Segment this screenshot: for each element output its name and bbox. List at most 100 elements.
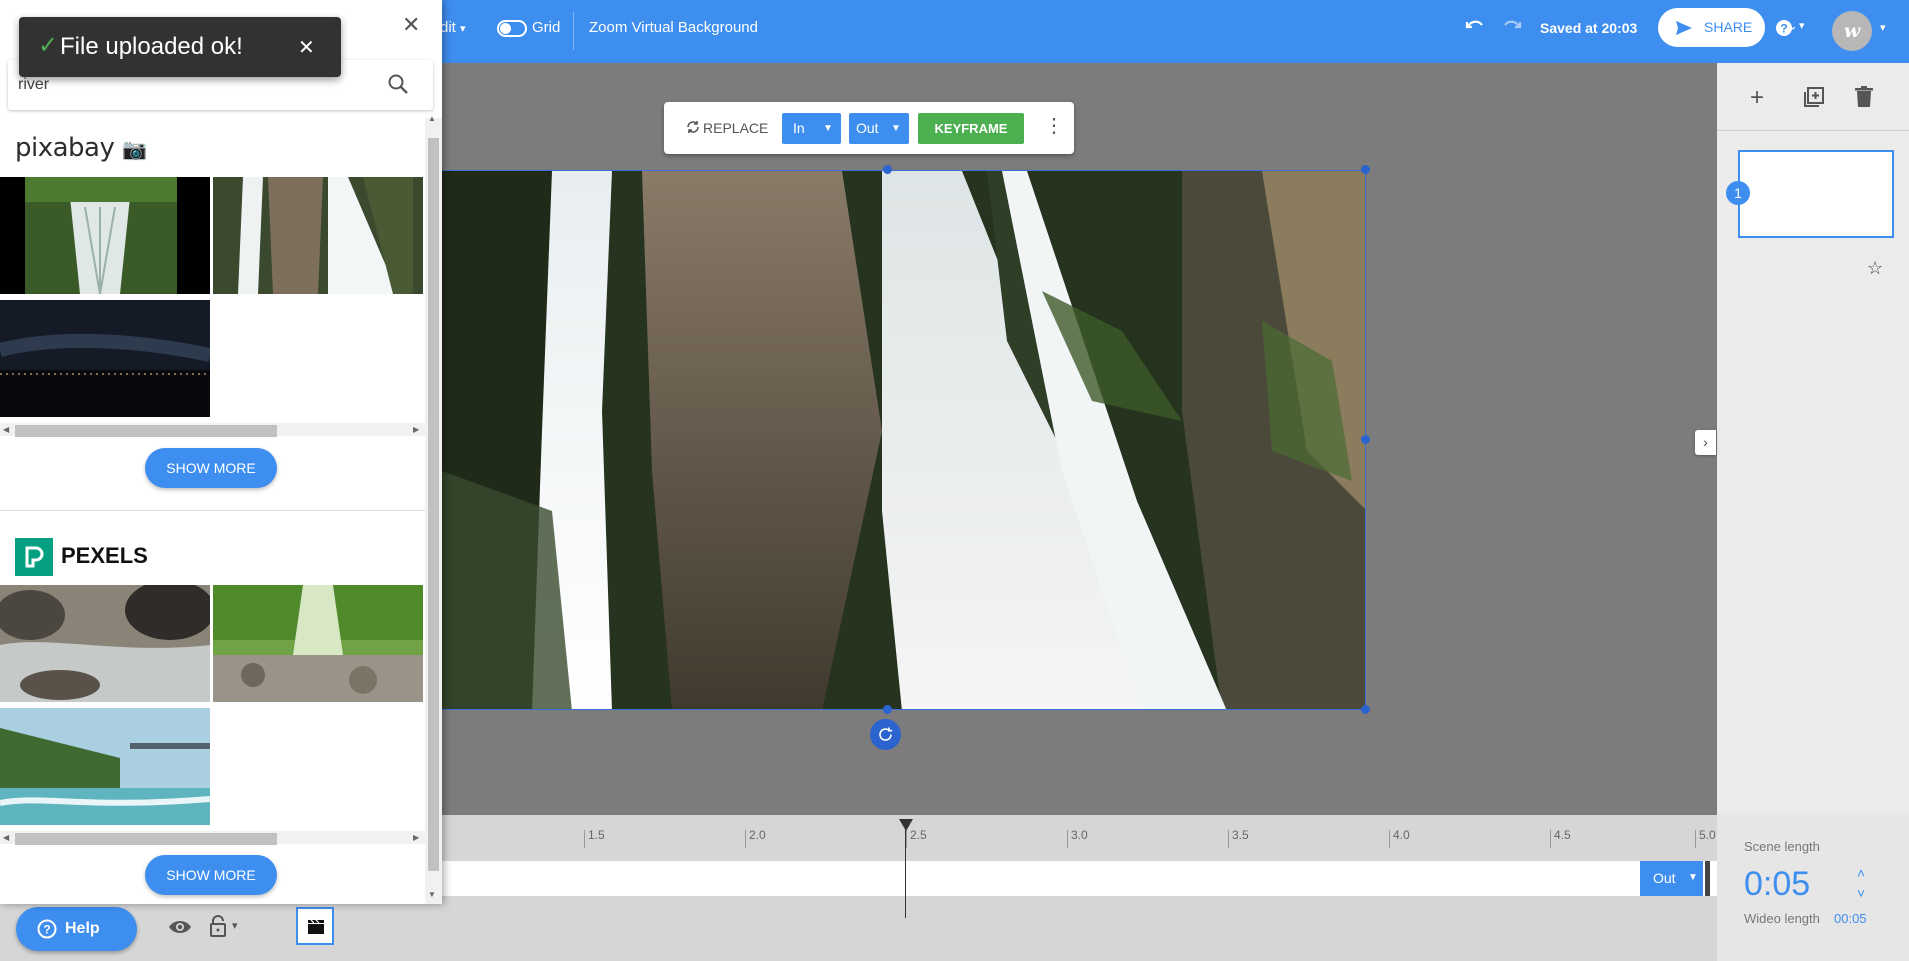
timeline-tick: 5.0 bbox=[1695, 829, 1716, 848]
upload-toast: ✓ File uploaded ok! ✕ bbox=[19, 17, 341, 77]
waterfall-image[interactable] bbox=[441, 170, 1366, 710]
grid-label: Grid bbox=[532, 19, 561, 36]
scene-number-badge: 1 bbox=[1726, 181, 1750, 205]
lock-icon[interactable] bbox=[209, 915, 227, 942]
scrollbar-thumb[interactable] bbox=[15, 833, 277, 845]
svg-text:?: ? bbox=[43, 923, 50, 937]
divider bbox=[0, 510, 425, 511]
timeline-tick: 1.5 bbox=[584, 829, 605, 848]
timeline-tick: 4.0 bbox=[1389, 829, 1410, 848]
timeline-tick: 4.5 bbox=[1550, 829, 1571, 848]
chevron-down-icon[interactable]: ▾ bbox=[232, 919, 238, 932]
media-thumbnail[interactable] bbox=[0, 177, 210, 294]
scroll-down-icon[interactable]: ▼ bbox=[428, 890, 436, 899]
keyframe-button[interactable]: KEYFRAME bbox=[918, 113, 1024, 144]
chevron-right-icon[interactable]: › bbox=[1695, 430, 1716, 455]
avatar[interactable]: w bbox=[1832, 11, 1872, 51]
replace-button[interactable]: REPLACE bbox=[703, 120, 768, 136]
timeline-tick: 3.0 bbox=[1067, 829, 1088, 848]
undo-icon[interactable] bbox=[1463, 15, 1487, 44]
scroll-up-icon[interactable]: ▲ bbox=[428, 114, 436, 123]
scrollbar-thumb[interactable] bbox=[15, 425, 277, 437]
scene-length-panel: Scene length 0:05 ˄ ˅ Wideo length 00:05 bbox=[1717, 815, 1909, 961]
timeline: 1.5 2.0 2.5 3.0 3.5 4.0 4.5 5.0 Out ▼ bbox=[442, 815, 1717, 961]
duplicate-scene-icon[interactable] bbox=[1803, 86, 1825, 113]
playhead-line[interactable] bbox=[905, 821, 906, 918]
rotate-handle[interactable] bbox=[870, 719, 901, 750]
resize-handle[interactable] bbox=[1361, 435, 1370, 444]
media-thumbnail[interactable] bbox=[0, 708, 210, 825]
replace-icon bbox=[685, 119, 701, 140]
chevron-down-icon[interactable]: ▾ bbox=[1880, 21, 1886, 34]
grid-toggle[interactable] bbox=[497, 20, 527, 37]
check-icon: ✓ bbox=[38, 32, 59, 59]
media-thumbnail[interactable] bbox=[0, 585, 210, 702]
help-button[interactable]: ? Help bbox=[16, 907, 137, 951]
svg-text:?: ? bbox=[1780, 22, 1787, 36]
close-toast-icon[interactable]: ✕ bbox=[298, 35, 315, 60]
scroll-right-icon[interactable]: ▶ bbox=[413, 831, 419, 844]
end-handle[interactable] bbox=[1705, 861, 1710, 896]
chevron-down-icon[interactable]: ˅ bbox=[1857, 885, 1865, 901]
horizontal-scrollbar[interactable]: ◀ ▶ bbox=[0, 831, 425, 845]
send-icon bbox=[1674, 18, 1694, 41]
star-icon[interactable]: ☆ bbox=[1867, 258, 1883, 279]
scroll-right-icon[interactable]: ▶ bbox=[413, 423, 419, 436]
search-input[interactable] bbox=[18, 74, 378, 96]
show-more-button[interactable]: SHOW MORE bbox=[145, 448, 277, 488]
scroll-left-icon[interactable]: ◀ bbox=[3, 831, 9, 844]
resize-handle[interactable] bbox=[1361, 705, 1370, 714]
pexels-logo: PEXELS bbox=[61, 543, 148, 568]
scene-thumbnail[interactable] bbox=[1738, 150, 1894, 238]
timeline-tick: 2.0 bbox=[745, 829, 766, 848]
horizontal-scrollbar[interactable]: ◀ ▶ bbox=[0, 423, 425, 437]
saved-status: Saved at 20:03 bbox=[1540, 20, 1638, 36]
more-vert-icon[interactable]: ⋮ bbox=[1044, 116, 1064, 136]
chevron-down-icon: ▾ bbox=[460, 23, 466, 35]
scene-length-label: Scene length bbox=[1744, 839, 1820, 854]
timeline-track[interactable]: Out ▼ bbox=[442, 861, 1717, 896]
pixabay-logo: pixabay 📷 bbox=[15, 133, 147, 163]
chevron-down-icon[interactable]: ▾ bbox=[1799, 19, 1805, 32]
out-animation-button[interactable]: Out ▼ bbox=[849, 113, 909, 144]
scrollbar-thumb[interactable] bbox=[428, 138, 439, 871]
chevron-up-icon[interactable]: ˄ bbox=[1857, 865, 1865, 881]
scenes-panel: + 1 ☆ bbox=[1717, 63, 1909, 815]
media-thumbnail[interactable] bbox=[213, 585, 423, 702]
edit-menu[interactable]: dit ▾ bbox=[440, 19, 466, 36]
divider bbox=[1717, 130, 1909, 131]
close-panel-icon[interactable]: ✕ bbox=[402, 14, 420, 36]
delete-scene-icon[interactable] bbox=[1854, 86, 1874, 113]
add-scene-icon[interactable]: + bbox=[1750, 84, 1764, 112]
wideo-length-value: 00:05 bbox=[1834, 911, 1867, 926]
scene-length-value[interactable]: 0:05 bbox=[1744, 865, 1810, 904]
media-search-panel: ✕ pixabay 📷 ◀ ▶ SHOW MORE PEXELS bbox=[0, 0, 442, 904]
resize-handle[interactable] bbox=[883, 165, 892, 174]
redo-icon[interactable] bbox=[1500, 15, 1524, 44]
project-title[interactable]: Zoom Virtual Background bbox=[589, 19, 758, 36]
eye-icon[interactable] bbox=[168, 918, 192, 941]
scroll-left-icon[interactable]: ◀ bbox=[3, 423, 9, 436]
clapperboard-icon bbox=[308, 919, 324, 939]
share-button[interactable]: SHARE bbox=[1658, 8, 1765, 47]
timeline-tick: 2.5 bbox=[906, 829, 927, 848]
chevron-down-icon: ▼ bbox=[823, 123, 833, 134]
resize-handle[interactable] bbox=[1361, 165, 1370, 174]
timeline-tick: 3.5 bbox=[1228, 829, 1249, 848]
help-circle-icon: ? bbox=[37, 919, 57, 944]
divider bbox=[573, 12, 574, 50]
layer-type-button[interactable] bbox=[296, 907, 334, 945]
search-icon[interactable] bbox=[387, 73, 409, 100]
vertical-scrollbar[interactable] bbox=[425, 118, 442, 904]
chevron-down-icon: ▼ bbox=[891, 123, 901, 134]
in-animation-button[interactable]: In ▼ bbox=[782, 113, 841, 144]
show-more-button[interactable]: SHOW MORE bbox=[145, 855, 277, 895]
playhead-icon[interactable] bbox=[899, 819, 913, 831]
chevron-down-icon: ▼ bbox=[1688, 872, 1698, 883]
media-thumbnail[interactable] bbox=[0, 300, 210, 417]
out-marker-button[interactable]: Out ▼ bbox=[1640, 861, 1703, 896]
wideo-length-label: Wideo length bbox=[1744, 911, 1820, 926]
media-thumbnail[interactable] bbox=[213, 177, 423, 294]
resize-handle[interactable] bbox=[883, 705, 892, 714]
help-question-icon[interactable]: ? bbox=[1775, 18, 1796, 43]
